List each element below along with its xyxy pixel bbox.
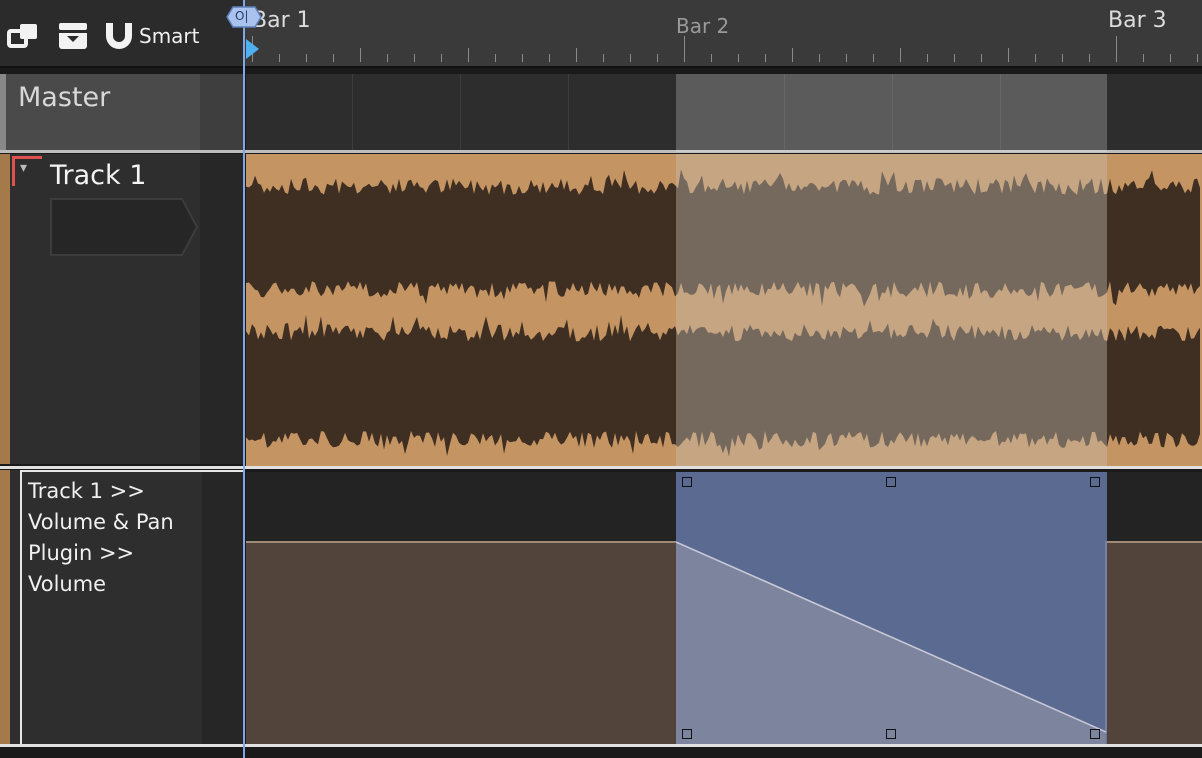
playhead-marker-label: O| — [235, 9, 249, 23]
selection-handle-bottom-right[interactable] — [1090, 729, 1100, 739]
smart-mode-label[interactable]: Smart — [139, 24, 200, 48]
ruler-tick — [1089, 54, 1090, 62]
window-layout-icon[interactable] — [6, 20, 40, 52]
ruler-tick — [873, 54, 874, 62]
ruler-tick — [1197, 54, 1198, 62]
bottom-separator — [0, 744, 1202, 747]
track-separator — [0, 466, 1202, 469]
ruler-tick — [1062, 54, 1063, 62]
selection-handle-bottom-middle[interactable] — [886, 729, 896, 739]
time-selection-track[interactable] — [676, 154, 1107, 466]
ruler-tick — [468, 48, 469, 62]
ruler-tick — [1170, 54, 1171, 62]
loop-start-marker[interactable] — [245, 38, 261, 64]
toolbar: Smart — [0, 0, 244, 68]
playhead-line[interactable] — [243, 0, 245, 758]
ruler-tick — [792, 48, 793, 62]
master-header-strip — [200, 74, 244, 150]
ruler-tick — [819, 54, 820, 62]
track1-header-strip — [200, 154, 244, 464]
ruler-tick — [765, 54, 766, 62]
ruler-tick — [900, 48, 901, 62]
automation-lane-header[interactable]: Track 1 >> Volume & Pan Plugin >> Volume — [0, 470, 244, 746]
ruler-tick — [1143, 54, 1144, 62]
master-track-title: Master — [18, 82, 111, 113]
ruler-tick — [279, 54, 280, 62]
track1-header[interactable]: ▾ Track 1 — [0, 154, 244, 464]
ruler-tick — [522, 54, 523, 62]
ruler-tick — [954, 54, 955, 62]
selection-handle-top-right[interactable] — [1090, 477, 1100, 487]
ruler-tick — [441, 54, 442, 62]
bar-3-label: Bar 3 — [1108, 8, 1167, 33]
selection-handle-top-middle[interactable] — [886, 477, 896, 487]
ruler-tick — [603, 54, 604, 62]
track1-title[interactable]: Track 1 — [50, 160, 146, 191]
ruler-tick — [846, 54, 847, 62]
ruler-tick — [306, 54, 307, 62]
magnet-snap-icon[interactable] — [102, 20, 136, 52]
ruler-tick — [1035, 54, 1036, 62]
ruler-tick — [414, 54, 415, 62]
ruler-tick — [738, 54, 739, 62]
expand-triangle-icon[interactable]: ▾ — [20, 160, 27, 176]
ruler-tick — [684, 36, 685, 62]
ruler-tick — [1116, 36, 1117, 62]
selection-handle-top-left[interactable] — [682, 477, 692, 487]
ruler-tick — [711, 54, 712, 62]
ruler-tick — [927, 54, 928, 62]
time-selection-master[interactable] — [676, 74, 1107, 152]
automation-header-frame: Track 1 >> Volume & Pan Plugin >> Volume — [20, 470, 244, 746]
bar-2-label: Bar 2 — [676, 14, 730, 38]
automation-header-strip — [202, 472, 244, 744]
automation-selection-box[interactable] — [676, 472, 1107, 744]
ruler-tick — [981, 54, 982, 62]
ruler-tick — [549, 54, 550, 62]
ruler-tick — [360, 48, 361, 62]
master-track-header[interactable]: Master — [0, 74, 244, 150]
ruler-tick — [630, 54, 631, 62]
ruler-tick — [333, 54, 334, 62]
collapse-tray-icon[interactable] — [56, 20, 90, 52]
track-arrow-button[interactable] — [50, 198, 199, 256]
timeline-ruler[interactable]: Bar 1 Bar 2 Bar 3 — [244, 0, 1202, 68]
playhead-marker[interactable]: O| — [226, 6, 262, 28]
selection-handle-bottom-left[interactable] — [682, 729, 692, 739]
ruler-tick — [387, 54, 388, 62]
ruler-tick — [576, 48, 577, 62]
ruler-tick — [495, 54, 496, 62]
ruler-tick — [657, 54, 658, 62]
ruler-tick — [1008, 48, 1009, 62]
